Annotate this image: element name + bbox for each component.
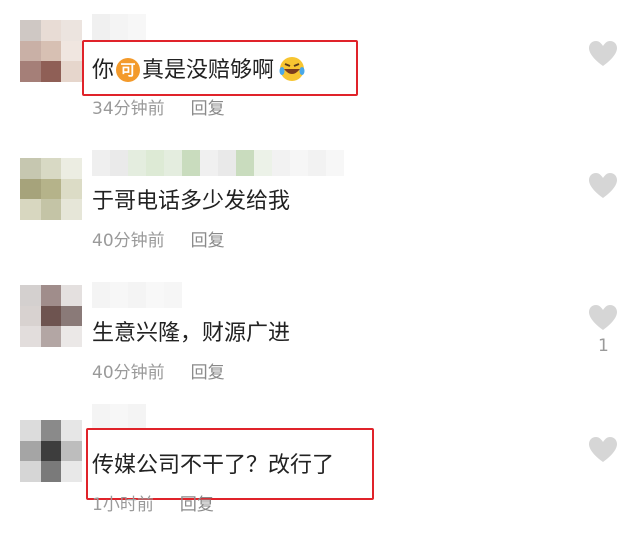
like-count: 1 — [598, 336, 609, 356]
username-blurred[interactable] — [92, 404, 146, 430]
like-heart-icon[interactable] — [588, 304, 618, 332]
like-heart-icon[interactable] — [588, 172, 618, 200]
timestamp: 1小时前 — [92, 495, 154, 515]
avatar[interactable] — [20, 158, 82, 220]
username-blurred[interactable] — [92, 282, 182, 308]
comment-meta: 34分钟前 回复 — [92, 98, 225, 120]
like-heart-icon[interactable] — [588, 40, 618, 68]
like-heart-icon[interactable] — [588, 436, 618, 464]
comment-text: 于哥电话多少发给我 — [92, 189, 291, 214]
username-blurred[interactable] — [92, 150, 344, 176]
comment-text: 传媒公司不干了？改行了 — [92, 453, 335, 478]
comment-text: 生意兴隆，财源广进 — [92, 321, 291, 346]
comment-meta: 40分钟前 回复 — [92, 230, 225, 252]
avatar[interactable] — [20, 285, 82, 347]
timestamp: 40分钟前 — [92, 231, 165, 251]
rolling-laughing-emoji-icon — [279, 57, 305, 81]
avatar[interactable] — [20, 20, 82, 82]
timestamp: 34分钟前 — [92, 99, 165, 119]
ke-badge-icon: 可 — [116, 58, 141, 82]
comment-meta: 1小时前 回复 — [92, 494, 214, 516]
timestamp: 40分钟前 — [92, 363, 165, 383]
comment-meta: 40分钟前 回复 — [92, 362, 225, 384]
reply-button[interactable]: 回复 — [191, 363, 225, 383]
reply-button[interactable]: 回复 — [191, 231, 225, 251]
username-blurred[interactable] — [92, 14, 146, 40]
reply-button[interactable]: 回复 — [180, 495, 214, 515]
comment-text: 你可真是没赔够啊 — [92, 55, 306, 85]
reply-button[interactable]: 回复 — [191, 99, 225, 119]
avatar[interactable] — [20, 420, 82, 482]
